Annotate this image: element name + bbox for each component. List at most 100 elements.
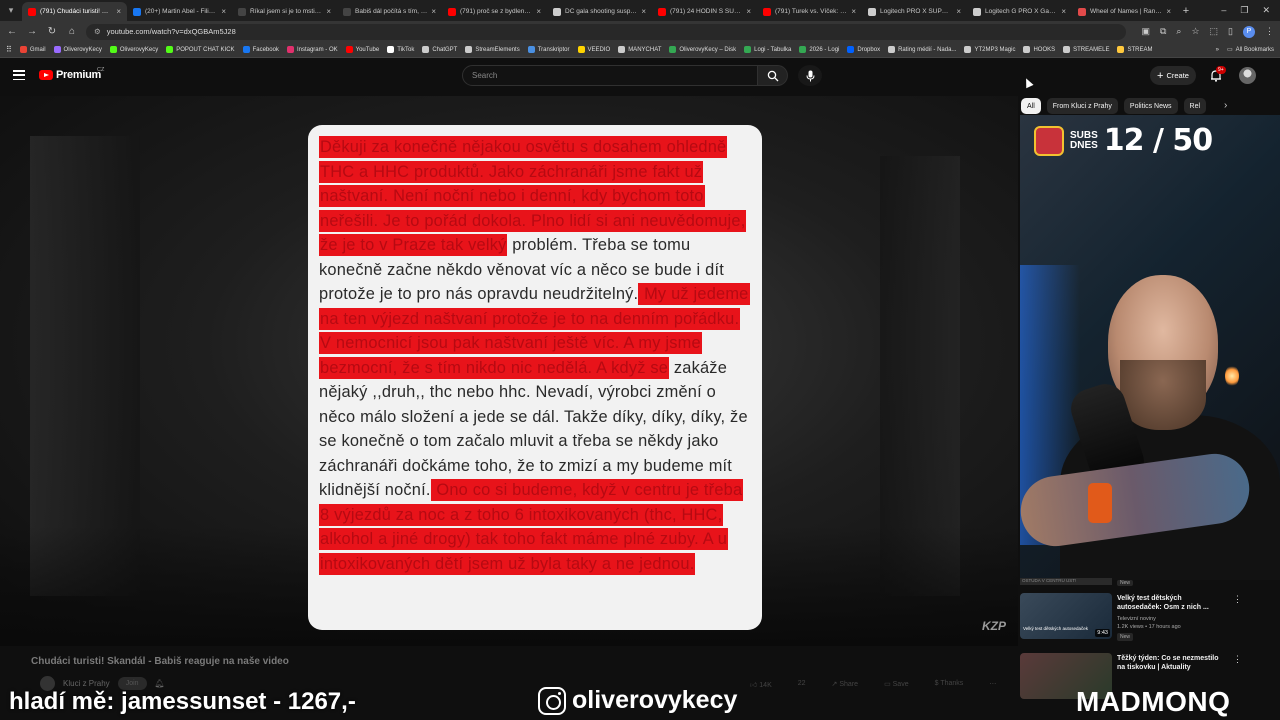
bookmark-item[interactable]: OliverovyKecy — [53, 46, 102, 53]
all-bookmarks-link[interactable]: ▭ All Bookmarks — [1227, 46, 1274, 54]
browser-tab[interactable]: Babiš dál počítá s tím, že... × — [337, 2, 442, 21]
bookmark-item[interactable]: STREAM — [1117, 46, 1152, 53]
youtube-premium-logo[interactable]: Premium — [39, 69, 101, 81]
hamburger-menu-icon[interactable] — [13, 70, 25, 80]
tab-title: DC gala shooting suspect... — [565, 8, 638, 15]
tab-title: Logitech PRO X SUPERLIG... — [880, 8, 952, 15]
filter-chip[interactable]: Politics News — [1123, 98, 1178, 114]
search-input[interactable]: Search — [462, 65, 758, 86]
browser-tab[interactable]: (791) Chudáci turisti! Skan...× — [22, 2, 127, 21]
browser-tab[interactable]: DC gala shooting suspect... × — [547, 2, 652, 21]
sponsor-logo: MADMONQ — [1076, 686, 1231, 717]
browser-tab[interactable]: (20+) Martin Abel - Filip T... × — [127, 2, 232, 21]
bookmark-item[interactable]: YouTube — [345, 46, 379, 53]
bookmark-star-icon[interactable]: ☆ — [1191, 26, 1199, 37]
bookmark-label: HOOKS — [1033, 46, 1056, 53]
browser-tab[interactable]: (791) proč se z bydlení v... × — [442, 2, 547, 21]
tab-close-icon[interactable]: × — [431, 7, 436, 16]
bookmarks-overflow-icon[interactable]: » — [1216, 47, 1219, 53]
bookmark-item[interactable]: Dropbox — [847, 46, 880, 53]
bookmark-item[interactable]: OliverovyKecy — [109, 46, 158, 53]
install-icon[interactable]: ▣ — [1141, 26, 1150, 37]
profile-icon[interactable]: P — [1243, 25, 1255, 38]
bookmark-item[interactable]: Transkriptor — [527, 46, 570, 53]
tab-search-icon[interactable]: ▾ — [0, 0, 22, 21]
tab-close-icon[interactable]: × — [746, 7, 751, 16]
bookmark-item[interactable]: MANYCHAT — [618, 46, 661, 53]
bookmark-item[interactable]: Facebook — [242, 46, 279, 53]
bookmark-favicon-icon — [527, 46, 535, 53]
account-avatar[interactable] — [1239, 67, 1256, 84]
cast-icon[interactable]: ⧉ — [1160, 26, 1166, 37]
filter-chip[interactable]: All — [1021, 98, 1041, 114]
bookmark-item[interactable]: POPOUT CHAT KICK — [166, 46, 235, 53]
filter-chip[interactable]: Rel — [1183, 98, 1207, 114]
bookmark-item[interactable]: YT2MP3 Magic — [964, 46, 1015, 53]
extensions-icon[interactable]: ⬚ — [1210, 26, 1219, 37]
browser-tab[interactable]: Logitech PRO X SUPERLIG... × — [862, 2, 967, 21]
zoom-icon[interactable]: ⌕ — [1176, 26, 1181, 37]
browser-tab[interactable]: (791) 24 HODIN S SUGAR...× — [652, 2, 757, 21]
browser-tab[interactable]: Wheel of Names | Random...× — [1072, 2, 1177, 21]
bookmark-item[interactable]: ChatGPT — [422, 46, 457, 53]
recommended-video-title[interactable]: Velký test dětských autosedaček: Osm z n… — [1117, 594, 1227, 612]
reload-icon[interactable]: ↻ — [46, 26, 58, 37]
kebab-menu-icon[interactable]: ⋮ — [1233, 594, 1242, 605]
bookmark-favicon-icon — [19, 46, 27, 53]
tab-close-icon[interactable]: × — [536, 7, 541, 16]
recommended-video-title[interactable]: Těžký týden: Co se nezmestilo na tiskovk… — [1117, 654, 1227, 672]
address-bar[interactable]: ⚙ youtube.com/watch?v=dxQGBAm5J28 — [86, 23, 1126, 40]
bookmark-favicon-icon — [744, 46, 752, 53]
home-icon[interactable]: ⌂ — [66, 26, 78, 37]
site-info-icon[interactable]: ⚙ — [94, 27, 101, 36]
recommended-video[interactable]: Velký test dětských autosedaček 9:43 Vel… — [1020, 593, 1260, 643]
bookmark-item[interactable]: Rating médií - Nada... — [888, 46, 956, 53]
filter-chip[interactable]: From Kluci z Prahy — [1046, 98, 1118, 114]
video-duration: 9:43 — [1095, 629, 1110, 637]
forward-icon[interactable]: → — [26, 26, 38, 37]
tab-close-icon[interactable]: × — [221, 7, 226, 16]
browser-tab[interactable]: Říkal jsem si je to mstivý... × — [232, 2, 337, 21]
sidepanel-icon[interactable]: ▯ — [1228, 26, 1233, 37]
bookmark-item[interactable]: Gmail — [19, 46, 46, 53]
tab-favicon-icon — [343, 7, 351, 16]
channel-watermark: KZP — [982, 619, 1006, 633]
tab-close-icon[interactable]: × — [956, 7, 961, 16]
tab-close-icon[interactable]: × — [1166, 7, 1171, 16]
bookmark-item[interactable]: STREAMELE — [1063, 46, 1109, 53]
tab-close-icon[interactable]: × — [641, 7, 646, 16]
close-window-icon[interactable]: ✕ — [1262, 5, 1270, 16]
bookmark-label: 2026 - Logi — [809, 46, 840, 53]
tab-close-icon[interactable]: × — [1061, 7, 1066, 16]
search-button[interactable] — [758, 65, 788, 86]
minimize-icon[interactable]: – — [1221, 5, 1226, 16]
back-icon[interactable]: ← — [6, 26, 18, 37]
bookmark-item[interactable]: OliverovyKecy – Disk — [669, 46, 736, 53]
reco-thumbnail-partial[interactable]: OSTUDA V CENTRU UST! — [1020, 578, 1112, 585]
webcam-watch — [1088, 483, 1112, 523]
new-tab-button[interactable]: + — [1177, 5, 1195, 17]
thumbnail-caption: Velký test dětských autosedaček — [1023, 626, 1089, 631]
browser-menu-icon[interactable]: ⋮ — [1265, 26, 1274, 37]
create-button[interactable]: + Create — [1150, 66, 1196, 85]
browser-tab[interactable]: Logitech G PRO X Gaming... × — [967, 2, 1072, 21]
chips-next-icon[interactable]: › — [1224, 100, 1227, 111]
bookmark-item[interactable]: TikTok — [387, 46, 414, 53]
tab-close-icon[interactable]: × — [851, 7, 856, 16]
tab-close-icon[interactable]: × — [116, 7, 121, 16]
maximize-icon[interactable]: ❐ — [1240, 5, 1248, 16]
voice-search-button[interactable] — [798, 65, 822, 86]
bookmark-item[interactable]: VEEDIO — [577, 46, 610, 53]
bookmark-item[interactable]: HOOKS — [1023, 46, 1055, 53]
bookmark-item[interactable]: 2026 - Logi — [799, 46, 839, 53]
bookmark-item[interactable]: Instagram - OK — [286, 46, 338, 53]
kebab-menu-icon[interactable]: ⋮ — [1233, 654, 1242, 665]
video-title: Chudáci turisti! Skandál - Babiš reaguje… — [31, 656, 289, 667]
tab-close-icon[interactable]: × — [326, 7, 331, 16]
bookmark-item[interactable]: StreamElements — [465, 46, 520, 53]
apps-icon[interactable]: ⠿ — [6, 45, 12, 54]
video-thumbnail[interactable]: Velký test dětských autosedaček 9:43 — [1020, 593, 1112, 639]
browser-tab[interactable]: (791) Turek vs. Víček: Vzta...× — [757, 2, 862, 21]
bookmark-item[interactable]: Logi - Tabulka — [744, 46, 791, 53]
bookmark-label: Transkriptor — [537, 46, 570, 53]
